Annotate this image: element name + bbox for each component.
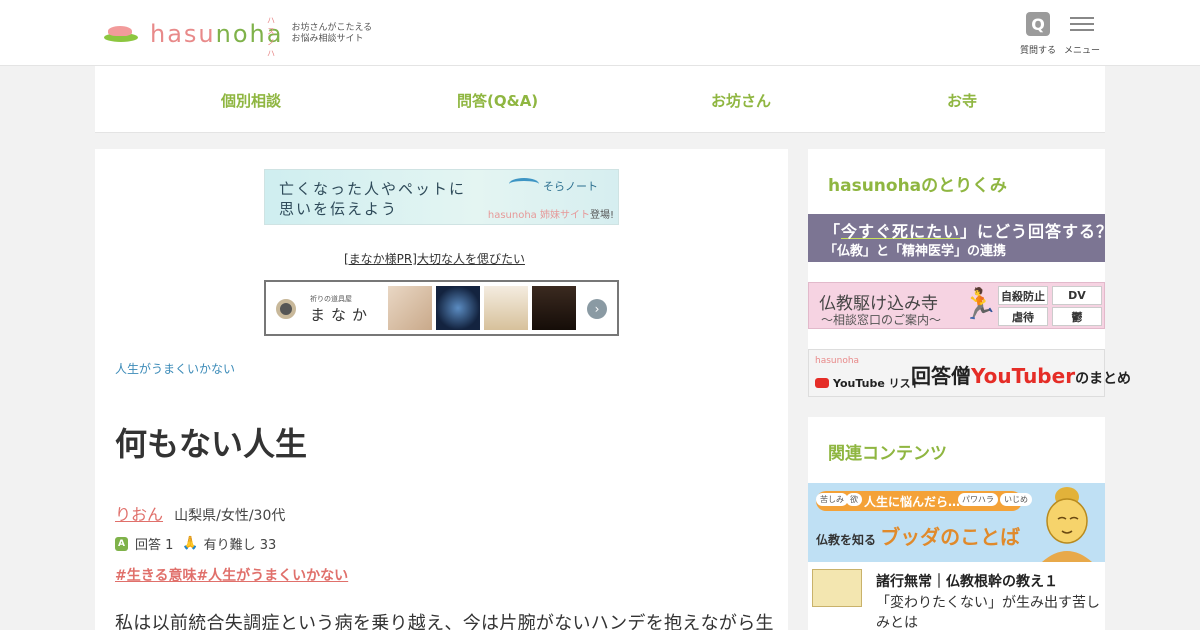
logo-kana: ハスノハ [267, 16, 276, 58]
sidebar-heading-initiatives: hasunohaのとりくみ [828, 176, 1007, 196]
product-image-1 [388, 286, 432, 330]
answer-icon: A [115, 536, 128, 551]
nav-item-monks[interactable]: お坊さん [711, 90, 771, 111]
related-item-desc: 「変わりたくない」が生み出す苦しみとは [876, 595, 1100, 630]
product-image-3 [484, 286, 528, 330]
tag-links[interactable]: #生きる意味#人生がうまくいかない [115, 565, 348, 585]
nav-item-temples[interactable]: お寺 [947, 90, 977, 111]
site-header: hasunoha ハスノハ お坊さんがこたえる お悩み相談サイト Q 質問する … [0, 0, 1200, 66]
buddha-icon [1042, 487, 1092, 562]
sidebar-box-related: 関連コンテンツ 人生に悩んだら… 苦しみ 欲 パワハラ いじめ 仏教を知る ブッ… [808, 417, 1105, 630]
related-item-title: 諸行無常｜仏教根幹の教え１ [876, 574, 1058, 590]
ad2-brand: まなか [310, 306, 374, 324]
ad-headline-2: 思いを伝えよう [279, 200, 399, 218]
global-nav: 個別相談 問答(Q&A) お坊さん お寺 [95, 66, 1105, 133]
chevron-right-icon[interactable]: › [587, 299, 607, 319]
product-image-2 [436, 286, 480, 330]
site-logo[interactable]: hasunoha ハスノハ お坊さんがこたえる お悩み相談サイト [104, 16, 373, 58]
question-icon: Q [1026, 12, 1050, 36]
ad-brand: そらノート [543, 180, 598, 193]
banner-buddha-words[interactable]: 人生に悩んだら… 苦しみ 欲 パワハラ いじめ 仏教を知る ブッダのことば [808, 483, 1105, 562]
related-item-thumbnail [812, 569, 862, 607]
sidebar-heading-related: 関連コンテンツ [828, 444, 947, 464]
lotus-icon [104, 24, 140, 44]
nav-item-consultation[interactable]: 個別相談 [221, 90, 281, 111]
pr-link[interactable]: [まなか様PR]大切な人を偲びたい [344, 250, 525, 267]
banner-buddhist-refuge[interactable]: 仏教駆け込み寺 〜相談窓口のご案内〜 🏃 自殺防止 DV 虐待 鬱 [808, 282, 1105, 329]
page-title: 何もない人生 [115, 425, 308, 463]
author-name[interactable]: りおん [115, 505, 163, 524]
praying-hands-icon: 🙏 [182, 536, 199, 551]
manaka-logo-icon [276, 299, 296, 319]
sidebar-box-initiatives: hasunohaのとりくみ 「今すぐ死にたい」にどう回答する？ 「仏教」と「精神… [808, 149, 1131, 397]
question-body: 私は以前統合失調症という病を乗り越え、今は片腕がないハンデを抱えながら生 [115, 613, 774, 630]
sora-note-ad-banner[interactable]: 亡くなった人やペットに 思いを伝えよう そらノート hasunoha 姉妹サイト… [264, 169, 619, 225]
ad-subtext: hasunoha 姉妹サイト登場! [487, 210, 614, 221]
hamburger-icon [1070, 12, 1094, 36]
ask-question-label: 質問する [1020, 46, 1057, 56]
nav-item-qa[interactable]: 問答(Q&A) [457, 90, 538, 111]
youtube-icon [815, 378, 829, 388]
logo-wordmark: hasunoha ハスノハ [150, 16, 284, 58]
ad2-small-text: 祈りの道具屋 [310, 295, 352, 303]
menu-label: メニュー [1064, 46, 1101, 56]
author-location: 山梨県/女性/30代 [174, 508, 286, 524]
banner-youtube-list[interactable]: hasunoha YouTube リスト 回答僧YouTuberのまとめ [808, 349, 1131, 397]
menu-button[interactable]: メニュー [1064, 12, 1100, 56]
wave-icon [509, 178, 539, 190]
main-content: 亡くなった人やペットに 思いを伝えよう そらノート hasunoha 姉妹サイト… [95, 149, 788, 630]
banner-suicide-response[interactable]: 「今すぐ死にたい」にどう回答する？ 「仏教」と「精神医学」の連携 [808, 214, 1112, 262]
manaka-ad-banner[interactable]: 祈りの道具屋 まなか › [264, 280, 619, 336]
category-link[interactable]: 人生がうまくいかない [115, 360, 235, 377]
ask-question-button[interactable]: Q 質問する [1020, 12, 1056, 56]
thanks-count: 有り難し 33 [203, 538, 277, 553]
running-person-icon: 🏃 [961, 287, 999, 322]
answer-count: 回答 1 [135, 538, 174, 553]
logo-tagline: お坊さんがこたえる お悩み相談サイト [291, 23, 373, 44]
product-image-4 [532, 286, 576, 330]
question-stats: A 回答 1 🙏 有り難し 33 [115, 534, 276, 553]
related-item[interactable]: 諸行無常｜仏教根幹の教え１ 「変わりたくない」が生み出す苦しみとは [808, 563, 1105, 630]
ad-headline-1: 亡くなった人やペットに [279, 180, 467, 198]
author-info: りおん 山梨県/女性/30代 [115, 501, 285, 525]
